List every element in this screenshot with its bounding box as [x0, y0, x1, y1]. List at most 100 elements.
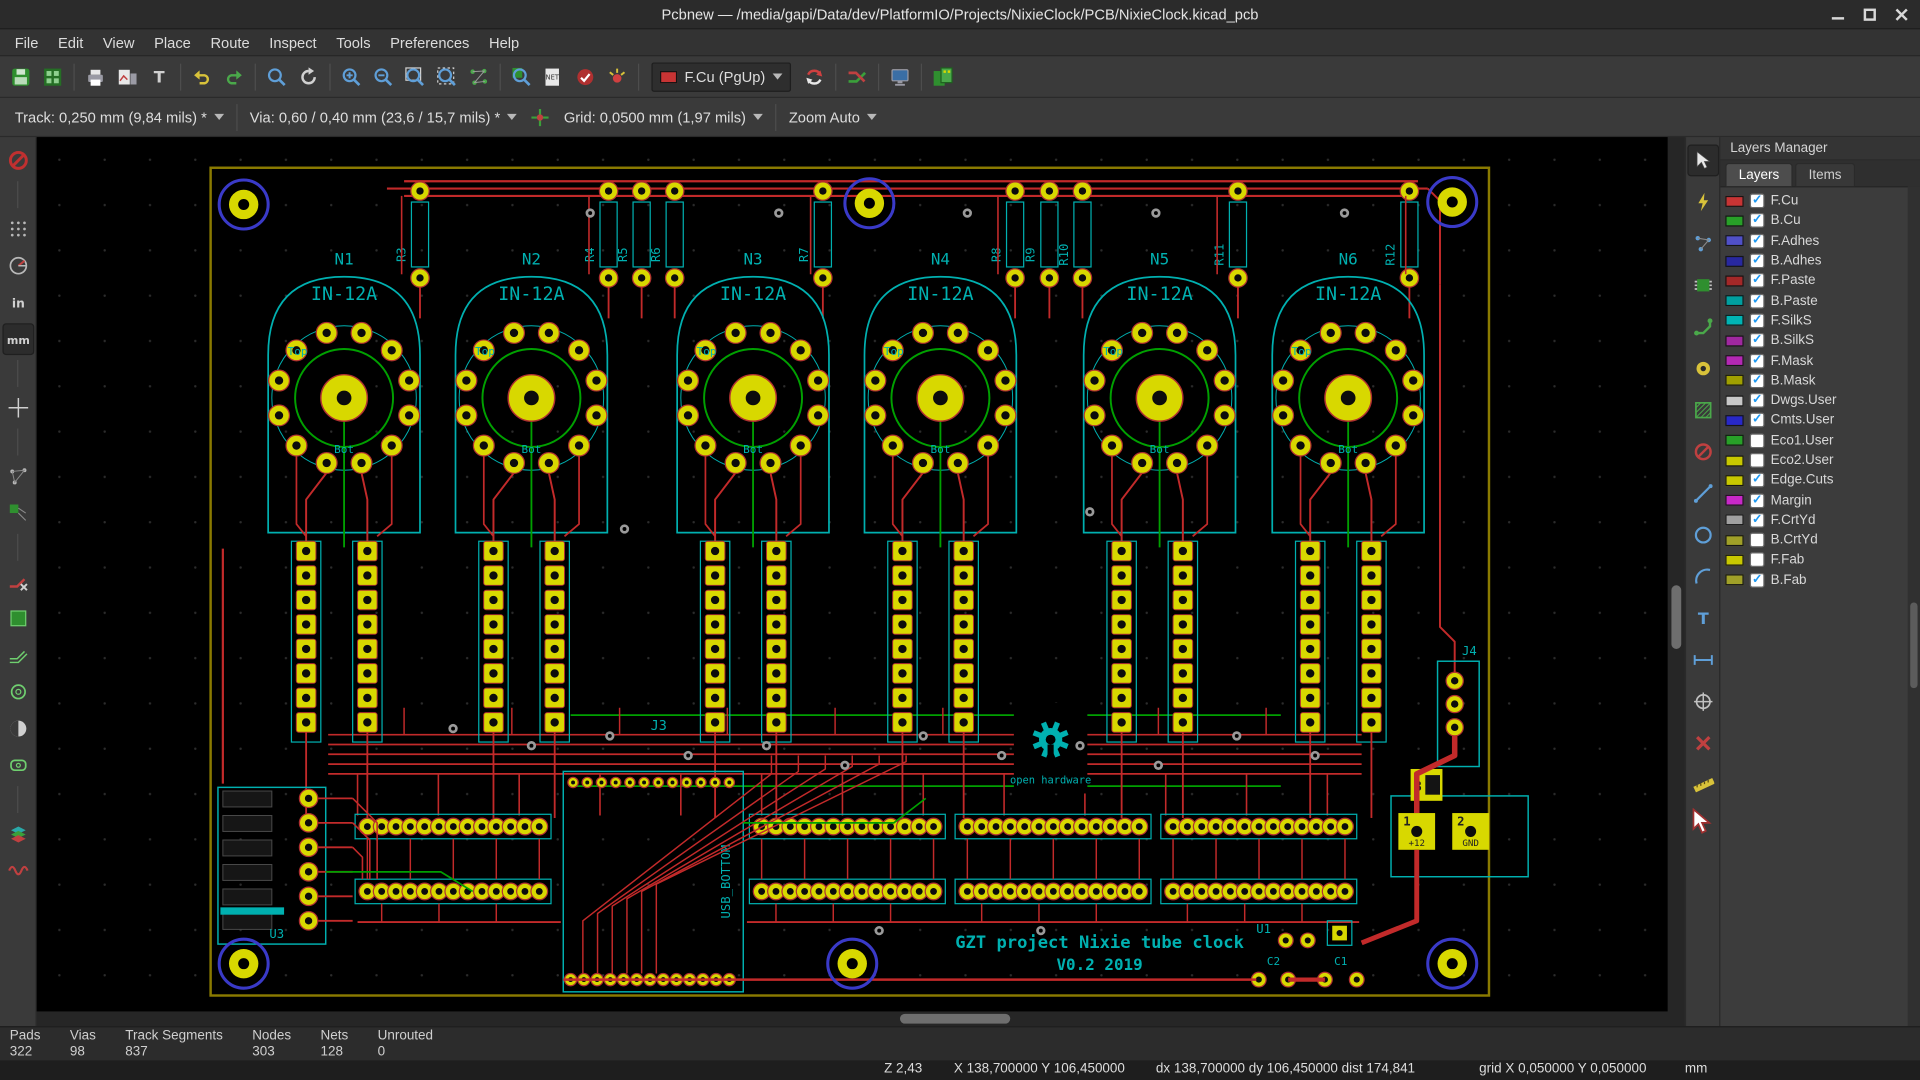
update-pcb-icon[interactable] [798, 61, 830, 93]
layer-color-swatch[interactable] [1725, 215, 1744, 227]
units-mm-icon[interactable]: mm [1, 323, 34, 356]
layers-manager-toggle-icon[interactable] [2, 818, 34, 850]
layer-visibility-checkbox[interactable] [1749, 453, 1765, 468]
layer-visibility-checkbox[interactable] [1749, 552, 1765, 568]
menu-inspect[interactable]: Inspect [259, 30, 326, 54]
maximize-button[interactable] [1861, 6, 1878, 23]
layer-color-swatch[interactable] [1725, 235, 1744, 247]
layer-visibility-checkbox[interactable]: ✓ [1749, 253, 1765, 269]
layer-color-swatch[interactable] [1725, 554, 1744, 566]
delete-tool-icon[interactable] [1687, 727, 1719, 759]
add-via-icon[interactable] [1687, 353, 1719, 385]
layer-row-f-silks[interactable]: ✓ F.SilkS [1725, 311, 1917, 331]
show-zones-icon[interactable] [2, 602, 34, 634]
layer-color-swatch[interactable] [1725, 335, 1744, 347]
layers-panel-scrollbar-thumb[interactable] [1910, 602, 1918, 689]
local-ratsnest-icon[interactable] [1687, 228, 1719, 260]
layer-color-swatch[interactable] [1725, 574, 1744, 586]
select-tool-icon[interactable] [1686, 144, 1719, 177]
units-inch-icon[interactable]: in [2, 287, 34, 319]
drc-off-icon[interactable] [2, 144, 34, 176]
zoom-fit-icon[interactable] [399, 61, 431, 93]
sketch-vias-icon[interactable] [2, 676, 34, 708]
layer-row-edge-cuts[interactable]: ✓ Edge.Cuts [1725, 470, 1917, 490]
vertical-scrollbar-thumb[interactable] [1671, 585, 1682, 649]
add-keepout-icon[interactable] [1687, 436, 1719, 468]
microwave-tools-icon[interactable] [2, 855, 34, 887]
layer-color-swatch[interactable] [1725, 494, 1744, 506]
layer-row-cmts-user[interactable]: ✓ Cmts.User [1725, 411, 1917, 431]
layer-color-swatch[interactable] [1725, 434, 1744, 446]
interactive-router-icon[interactable] [841, 61, 873, 93]
general-ratsnest-icon[interactable] [2, 460, 34, 492]
hide-grid-icon[interactable] [2, 213, 34, 245]
grid-selector[interactable]: Grid: 0,0500 mm (1,97 mils) [557, 102, 771, 131]
sketch-pads-icon[interactable] [2, 749, 34, 781]
layer-visibility-checkbox[interactable]: ✓ [1749, 353, 1765, 368]
print-icon[interactable] [80, 61, 112, 93]
layer-visibility-checkbox[interactable] [1749, 433, 1765, 448]
add-footprint-icon[interactable] [1687, 269, 1719, 301]
horizontal-scrollbar-thumb[interactable] [900, 1013, 1011, 1024]
horizontal-scrollbar[interactable] [36, 1011, 1668, 1027]
sketch-tracks-icon[interactable] [2, 639, 34, 671]
track-width-icon[interactable] [525, 101, 557, 133]
layer-color-swatch[interactable] [1725, 414, 1744, 427]
highlight-net-icon[interactable] [601, 61, 633, 93]
redo-icon[interactable] [218, 61, 250, 93]
layer-visibility-checkbox[interactable]: ✓ [1749, 413, 1765, 428]
layer-visibility-checkbox[interactable]: ✓ [1749, 473, 1765, 488]
layer-visibility-checkbox[interactable]: ✓ [1749, 512, 1765, 528]
menu-help[interactable]: Help [479, 30, 529, 54]
menu-file[interactable]: File [5, 30, 48, 54]
layer-color-swatch[interactable] [1725, 514, 1744, 526]
layer-color-swatch[interactable] [1725, 454, 1744, 466]
route-tracks-icon[interactable] [1687, 311, 1719, 343]
tab-layers[interactable]: Layers [1725, 162, 1793, 187]
layer-visibility-checkbox[interactable]: ✓ [1749, 193, 1765, 209]
layer-color-swatch[interactable] [1725, 395, 1744, 407]
zoom-footprint-icon[interactable] [506, 61, 538, 93]
layer-visibility-checkbox[interactable] [1749, 532, 1765, 548]
layer-color-swatch[interactable] [1725, 295, 1744, 307]
layer-row-f-adhes[interactable]: ✓ F.Adhes [1725, 231, 1917, 251]
add-zone-icon[interactable] [1687, 394, 1719, 426]
layer-visibility-checkbox[interactable]: ✓ [1749, 313, 1765, 329]
layer-row-f-crtyd[interactable]: ✓ F.CrtYd [1725, 510, 1917, 530]
layer-visibility-checkbox[interactable]: ✓ [1749, 492, 1765, 508]
layer-color-swatch[interactable] [1725, 315, 1744, 327]
layer-color-swatch[interactable] [1725, 474, 1744, 486]
refresh-view-icon[interactable] [293, 61, 325, 93]
polar-coords-icon[interactable] [2, 250, 34, 282]
add-target-icon[interactable] [1687, 686, 1719, 718]
layer-selector[interactable]: F.Cu (PgUp) [651, 61, 792, 92]
layer-visibility-checkbox[interactable]: ✓ [1749, 373, 1765, 388]
layer-visibility-checkbox[interactable]: ✓ [1749, 213, 1765, 229]
layer-visibility-checkbox[interactable]: ✓ [1749, 572, 1765, 588]
high-contrast-icon[interactable] [2, 713, 34, 745]
track-width-selector[interactable]: Track: 0,250 mm (9,84 mils) * [7, 102, 231, 131]
highlight-net-tool-icon[interactable] [1687, 186, 1719, 218]
layer-row-b-crtyd[interactable]: B.CrtYd [1725, 530, 1917, 550]
layer-row-eco2-user[interactable]: Eco2.User [1725, 450, 1917, 470]
layer-row-b-fab[interactable]: ✓ B.Fab [1725, 570, 1917, 590]
layers-panel-scrollbar[interactable] [1907, 186, 1920, 1027]
layer-row-b-cu[interactable]: ✓ B.Cu [1725, 211, 1917, 231]
zoom-in-icon[interactable] [336, 61, 368, 93]
zoom-out-icon[interactable] [367, 61, 399, 93]
menu-preferences[interactable]: Preferences [380, 30, 479, 54]
add-circle-icon[interactable] [1687, 519, 1719, 551]
menu-route[interactable]: Route [201, 30, 260, 54]
zoom-selection-icon[interactable] [431, 61, 463, 93]
layer-visibility-checkbox[interactable]: ✓ [1749, 333, 1765, 349]
layer-visibility-checkbox[interactable]: ✓ [1749, 393, 1765, 408]
layer-row-f-paste[interactable]: ✓ F.Paste [1725, 271, 1917, 291]
add-arc-icon[interactable] [1687, 561, 1719, 593]
layer-row-dwgs-user[interactable]: ✓ Dwgs.User [1725, 391, 1917, 411]
3d-viewer-icon[interactable] [884, 61, 916, 93]
plot-icon[interactable] [111, 61, 143, 93]
track-autodelete-icon[interactable] [2, 566, 34, 598]
layer-visibility-checkbox[interactable]: ✓ [1749, 273, 1765, 289]
menu-view[interactable]: View [93, 30, 144, 54]
menu-edit[interactable]: Edit [48, 30, 93, 54]
